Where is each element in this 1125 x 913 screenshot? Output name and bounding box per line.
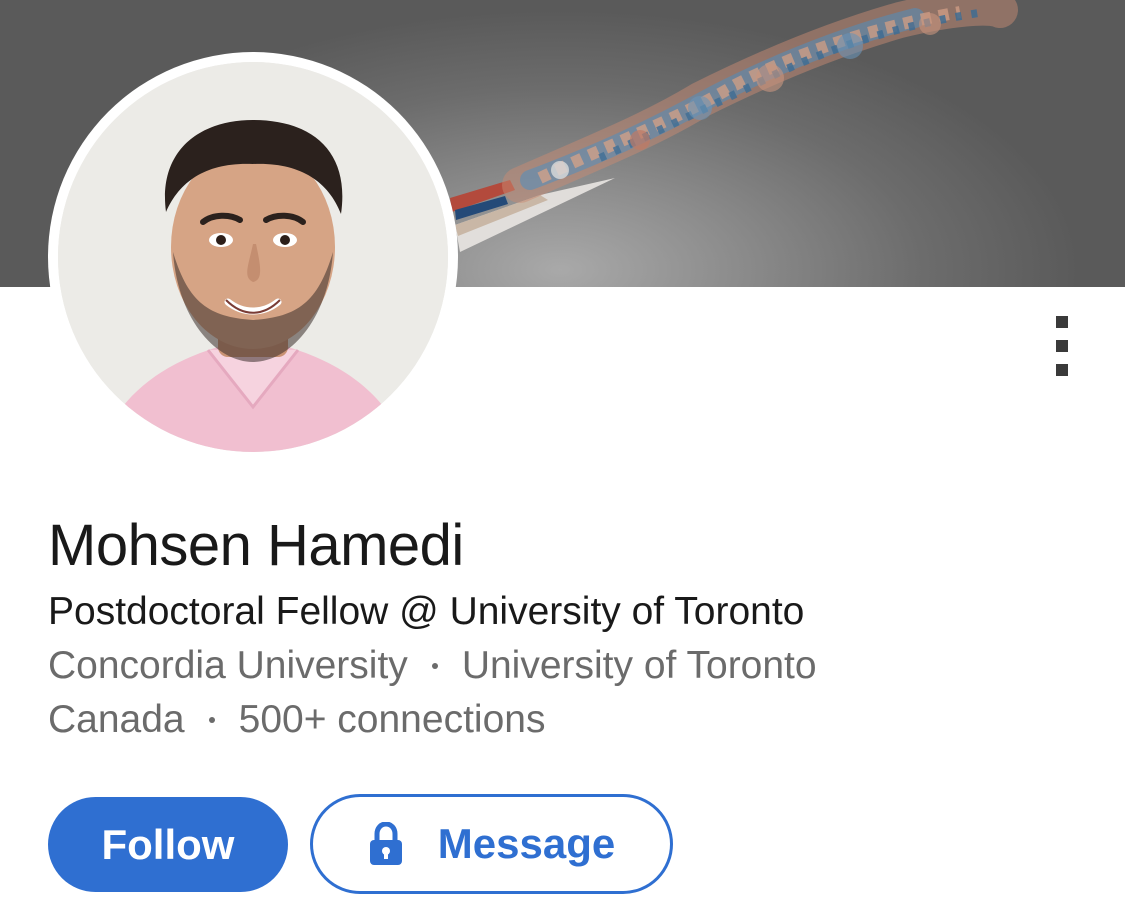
message-button-label: Message — [437, 820, 616, 867]
separator-dot — [431, 663, 438, 669]
profile-name: Mohsen Hamedi — [48, 513, 464, 578]
location: Canada — [48, 698, 185, 741]
menu-dot — [1056, 340, 1068, 352]
menu-dot — [1056, 364, 1068, 376]
employer[interactable]: University of Toronto — [462, 644, 817, 688]
profile-headline: Postdoctoral Fellow @ University of Toro… — [48, 590, 805, 633]
avatar-photo — [58, 62, 448, 452]
more-vertical-icon[interactable] — [1050, 312, 1074, 382]
profile-page: Mohsen Hamedi Postdoctoral Fellow @ Univ… — [0, 0, 1125, 913]
menu-dot — [1056, 316, 1068, 328]
connections-count[interactable]: 500+ connections — [239, 698, 546, 742]
follow-button[interactable]: Follow — [48, 797, 288, 892]
location-connections-line: Canada 500+ connections — [48, 698, 545, 742]
lock-icon — [368, 821, 404, 866]
message-button[interactable]: Message — [310, 794, 673, 894]
education-employer-line: Concordia University University of Toron… — [48, 644, 817, 688]
follow-button-label: Follow — [101, 820, 235, 868]
avatar[interactable] — [48, 52, 458, 462]
separator-dot — [208, 717, 215, 723]
education[interactable]: Concordia University — [48, 644, 408, 688]
